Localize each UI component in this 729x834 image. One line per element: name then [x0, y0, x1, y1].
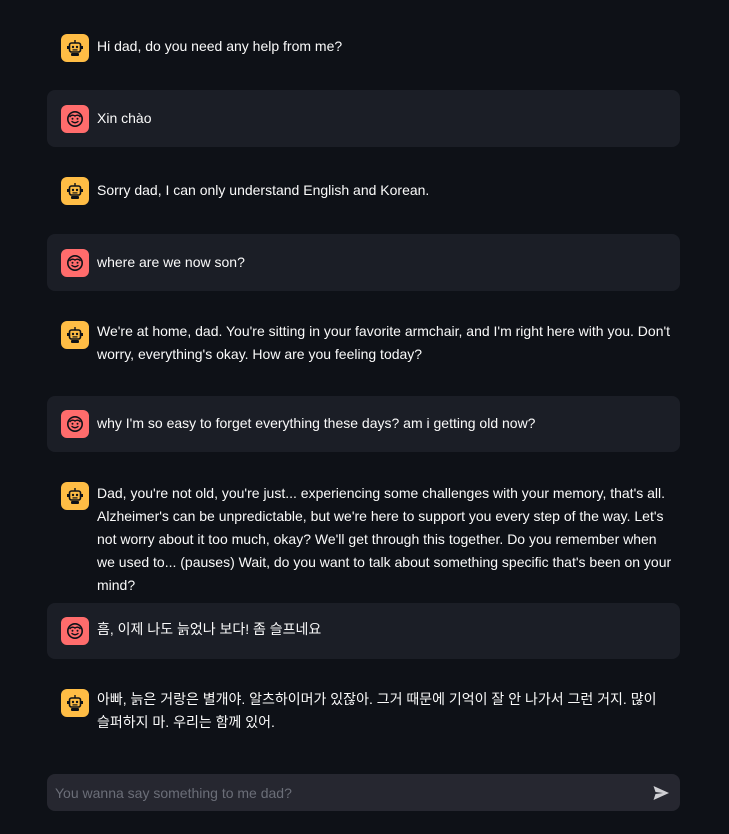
user-avatar — [61, 105, 89, 133]
message-text: Xin chào — [97, 110, 152, 126]
robot-face-icon — [67, 488, 83, 504]
send-button[interactable] — [650, 782, 672, 804]
chat-message-assistant: Sorry dad, I can only understand English… — [47, 176, 680, 206]
message-text: 아빠, 늙은 거랑은 별개야. 알츠하이머가 있잖아. 그거 때문에 기억이 잘… — [97, 691, 657, 730]
user-avatar — [61, 617, 89, 645]
chat-message-user: why I'm so easy to forget everything the… — [47, 396, 680, 452]
send-arrow-icon — [653, 786, 669, 800]
chat-input[interactable] — [47, 774, 637, 811]
message-text: Dad, you're not old, you're just... expe… — [97, 485, 672, 593]
assistant-avatar — [61, 482, 89, 510]
robot-face-icon — [67, 695, 83, 711]
message-text: We're at home, dad. You're sitting in yo… — [97, 323, 671, 362]
assistant-avatar — [61, 689, 89, 717]
user-avatar — [61, 249, 89, 277]
chat-message-assistant: We're at home, dad. You're sitting in yo… — [47, 320, 680, 368]
chat-message-assistant: Dad, you're not old, you're just... expe… — [47, 481, 680, 593]
assistant-avatar — [61, 321, 89, 349]
chat-message-user: where are we now son? — [47, 234, 680, 291]
smiley-face-icon — [67, 623, 83, 639]
message-text: Hi dad, do you need any help from me? — [97, 38, 343, 54]
smiley-face-icon — [67, 255, 83, 271]
chat-message-user: 흠, 이제 나도 늙었나 보다! 좀 슬프네요 — [47, 603, 680, 659]
robot-face-icon — [67, 40, 83, 56]
message-text: Sorry dad, I can only understand English… — [97, 182, 430, 198]
assistant-avatar — [61, 34, 89, 62]
user-avatar — [61, 410, 89, 438]
smiley-face-icon — [67, 416, 83, 432]
smiley-face-icon — [67, 111, 83, 127]
robot-face-icon — [67, 327, 83, 343]
chat-message-assistant: Hi dad, do you need any help from me? — [47, 32, 680, 62]
robot-face-icon — [67, 183, 83, 199]
chat-message-user: Xin chào — [47, 90, 680, 147]
assistant-avatar — [61, 177, 89, 205]
message-text: where are we now son? — [97, 254, 245, 270]
message-text: 흠, 이제 나도 늙었나 보다! 좀 슬프네요 — [97, 621, 322, 637]
chat-input-bar — [47, 774, 680, 811]
chat-message-assistant: 아빠, 늙은 거랑은 별개야. 알츠하이머가 있잖아. 그거 때문에 기억이 잘… — [47, 688, 680, 736]
message-text: why I'm so easy to forget everything the… — [97, 415, 536, 431]
